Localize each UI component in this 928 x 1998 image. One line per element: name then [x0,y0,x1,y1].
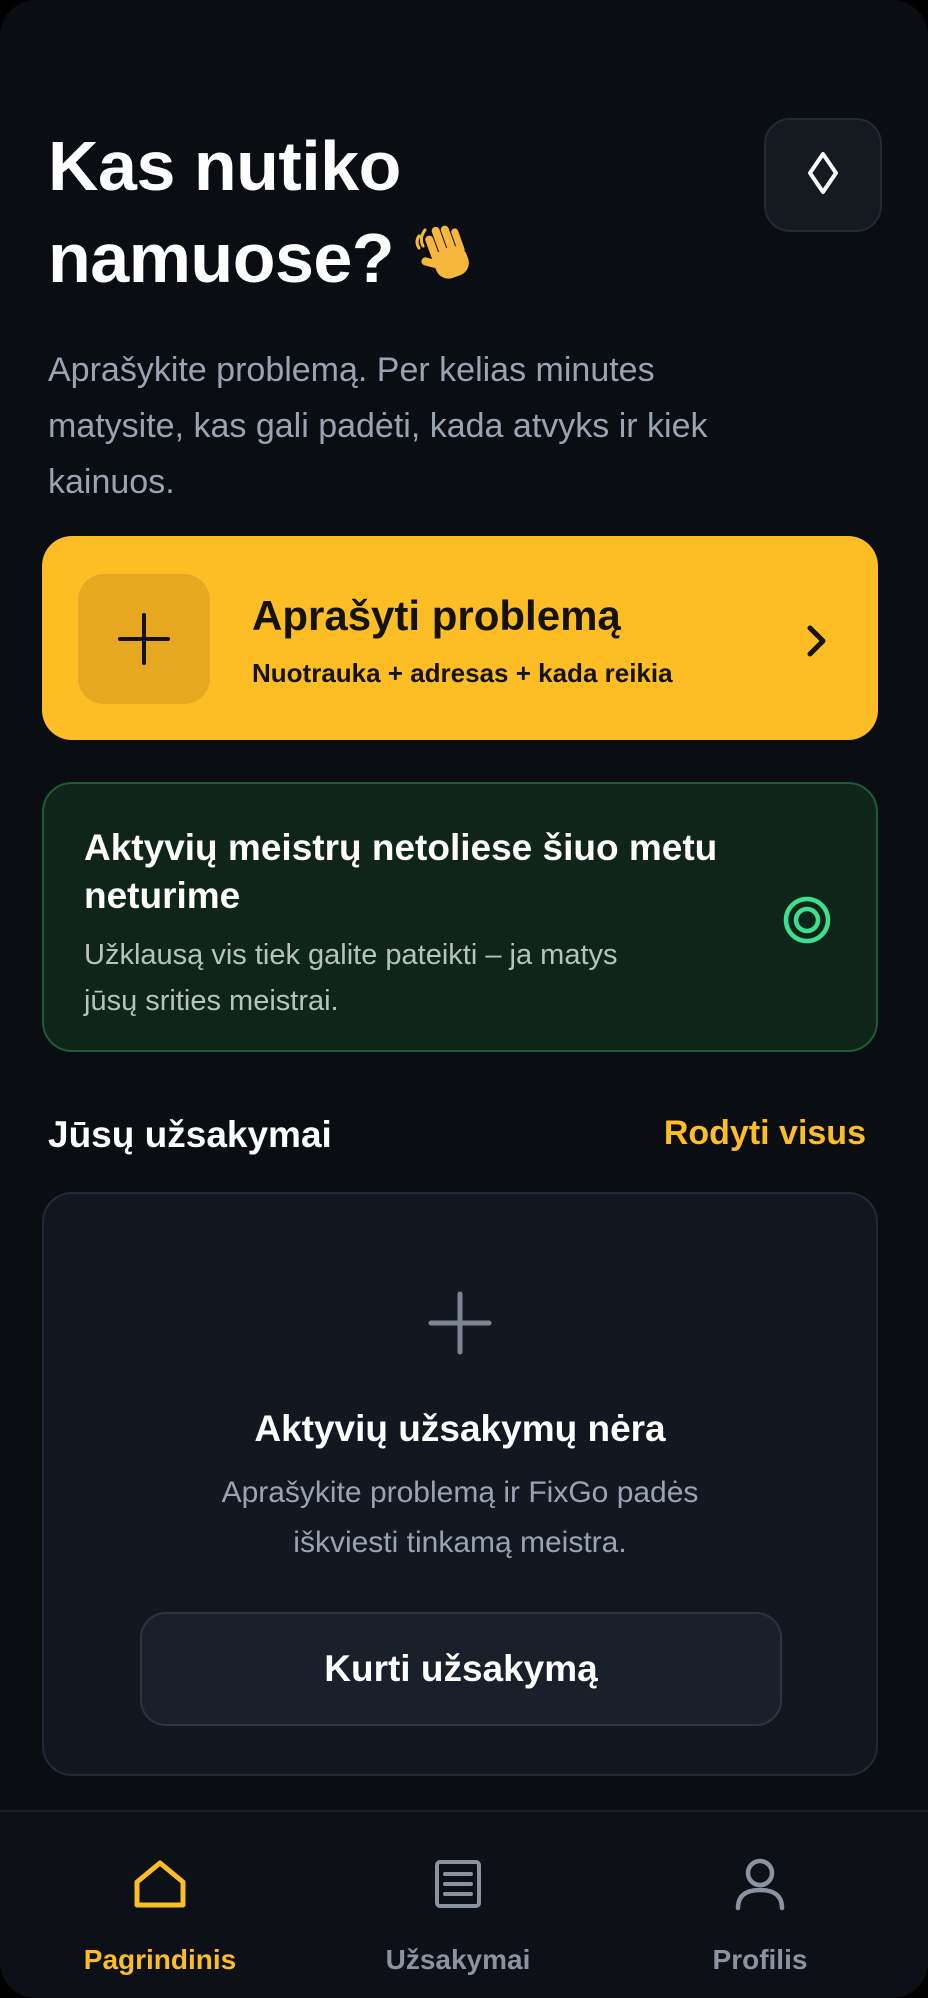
plus-icon [427,1290,493,1361]
home-icon [132,1852,188,1916]
describe-problem-button[interactable]: Aprašyti problemą Nuotrauka + adresas + … [42,536,878,740]
show-all-orders-link[interactable]: Rodyti visus [652,1114,866,1153]
no-masters-notice: Aktyvių meistrų netoliese šiuo metu netu… [42,782,878,1052]
bottom-nav: Pagrindinis Užsakymai Profilis [0,1810,928,1998]
notice-subtitle: Užklausą vis tiek galite pateikti – ja m… [84,939,618,1017]
cta-subtitle: Nuotrauka + adresas + kada reikia [252,658,673,688]
empty-orders-title: Aktyvių užsakymų nėra [254,1408,666,1449]
user-icon [734,1852,786,1916]
page-subtitle: Aprašykite problemą. Per kelias minutes … [48,351,708,501]
app-screen: Kas nutiko namuose? Aprašykite problemą.… [0,0,928,1998]
empty-orders-subtitle: Aprašykite problemą ir FixGo padės iškvi… [221,1476,699,1559]
waving-hand-icon [413,218,483,310]
nav-label-home: Pagrindinis [83,1944,237,1975]
page-title-line2: namuose? [48,219,395,297]
theme-toggle-button[interactable] [764,118,882,232]
diamond-icon [807,151,839,200]
plus-icon [78,574,210,704]
nav-item-orders[interactable]: Užsakymai [358,1812,558,1998]
chevron-right-icon [806,624,828,663]
empty-orders-card: Aktyvių užsakymų nėra Aprašykite problem… [42,1192,878,1776]
notice-title: Aktyvių meistrų netoliese šiuo metu netu… [84,827,718,916]
nav-label-orders: Užsakymai [385,1944,531,1975]
list-icon [434,1852,482,1916]
page-title: Kas nutiko namuose? [48,120,748,310]
page-title-line1: Kas nutiko [48,127,401,205]
header: Kas nutiko namuose? Aprašykite problemą.… [48,120,748,510]
orders-section-title: Jūsų užsakymai [48,1114,332,1155]
target-icon [782,895,832,950]
create-order-button[interactable]: Kurti užsakymą [140,1612,782,1726]
nav-item-home[interactable]: Pagrindinis [60,1812,260,1998]
nav-label-profile: Profilis [712,1944,808,1975]
nav-item-profile[interactable]: Profilis [660,1812,860,1998]
cta-title: Aprašyti problemą [252,592,621,639]
